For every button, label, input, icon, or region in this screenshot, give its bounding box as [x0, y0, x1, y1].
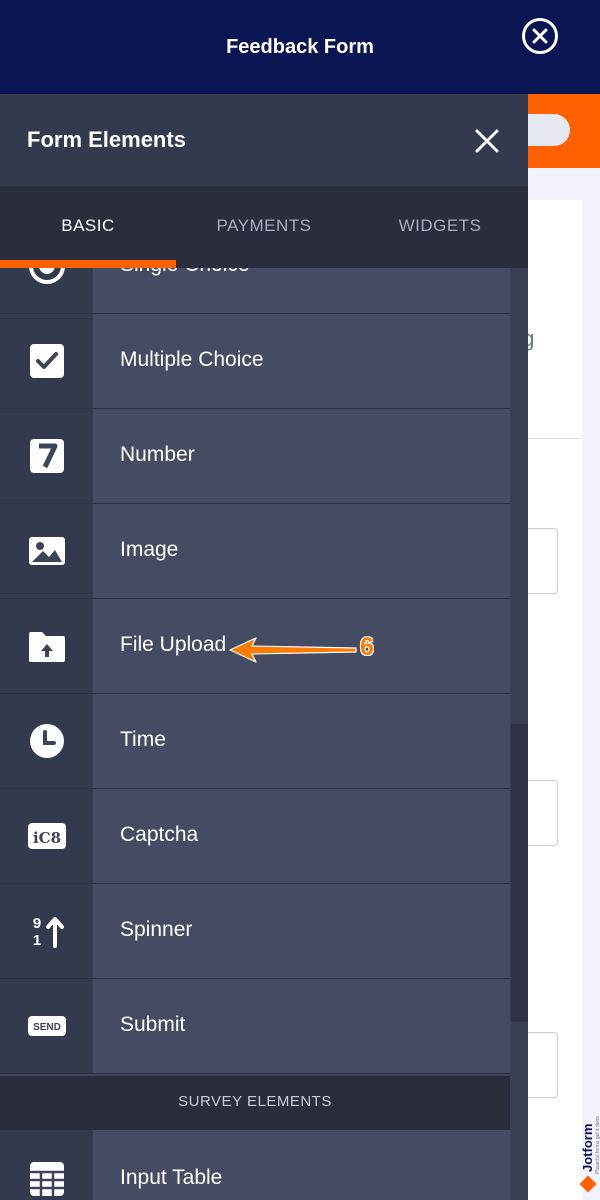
tab-widgets[interactable]: WIDGETS — [352, 216, 528, 236]
element-item-label: Multiple Choice — [120, 348, 264, 371]
folder-upload-icon — [29, 632, 65, 662]
svg-text:iC8: iC8 — [33, 829, 61, 847]
element-item-number[interactable]: Number — [0, 409, 510, 504]
checkbox-icon — [30, 344, 64, 378]
element-item-label: Spinner — [120, 918, 193, 941]
captcha-icon: iC8 — [28, 823, 66, 849]
panel-header: Form Elements — [0, 94, 528, 186]
element-item-label: File Upload — [120, 633, 227, 656]
element-item-multiple-choice[interactable]: Multiple Choice — [0, 314, 510, 409]
element-item-input-table[interactable]: Input Table — [0, 1130, 510, 1200]
close-icon[interactable] — [474, 128, 500, 154]
radio-icon — [29, 268, 65, 284]
element-item-image[interactable]: Image — [0, 504, 510, 599]
table-icon — [30, 1162, 64, 1196]
section-header-survey: SURVEY ELEMENTS — [0, 1076, 510, 1130]
svg-text:SEND: SEND — [33, 1022, 61, 1033]
annotation-arrow-icon — [229, 637, 357, 663]
element-item-label: Captcha — [120, 823, 199, 846]
number-seven-icon — [30, 439, 64, 473]
tab-payments[interactable]: PAYMENTS — [176, 216, 352, 236]
form-title: Feedback Form — [226, 36, 374, 58]
svg-text:Jotform: Jotform — [580, 1124, 595, 1172]
scrollbar-thumb[interactable] — [511, 724, 528, 1022]
spinner-icon: 9 1 — [33, 915, 64, 949]
element-item-label: Submit — [120, 1013, 186, 1036]
element-item-label: Image — [120, 538, 179, 561]
annotation-step-number: 6 — [360, 633, 374, 661]
element-item-submit[interactable]: SEND Submit — [0, 979, 510, 1074]
element-item-single-choice[interactable]: Single Choice — [0, 268, 510, 314]
svg-text:9: 9 — [33, 915, 41, 932]
tab-basic[interactable]: BASIC — [0, 216, 176, 236]
element-list: Single Choice Multiple Choice Number — [0, 268, 510, 1200]
element-item-label: Time — [120, 728, 166, 751]
element-item-label: Input Table — [120, 1166, 223, 1189]
element-item-label: Number — [120, 443, 195, 466]
jotform-logo: Jotform Powerful forms get it done — [579, 1116, 600, 1193]
active-tab-indicator — [0, 260, 176, 268]
svg-text:Powerful forms get it done: Powerful forms get it done — [595, 1116, 600, 1174]
panel-title: Form Elements — [27, 127, 186, 152]
svg-text:1: 1 — [33, 932, 41, 949]
element-item-time[interactable]: Time — [0, 694, 510, 789]
element-item-captcha[interactable]: iC8 Captcha — [0, 789, 510, 884]
close-circle-icon[interactable] — [522, 18, 558, 54]
element-item-spinner[interactable]: 9 1 Spinner — [0, 884, 510, 979]
tab-bar: BASIC PAYMENTS WIDGETS — [0, 186, 528, 268]
element-item-label: Single Choice — [120, 268, 250, 277]
top-bar: Feedback Form — [0, 0, 600, 94]
clock-icon — [30, 724, 64, 758]
image-icon — [29, 537, 65, 565]
send-icon: SEND — [28, 1016, 66, 1036]
